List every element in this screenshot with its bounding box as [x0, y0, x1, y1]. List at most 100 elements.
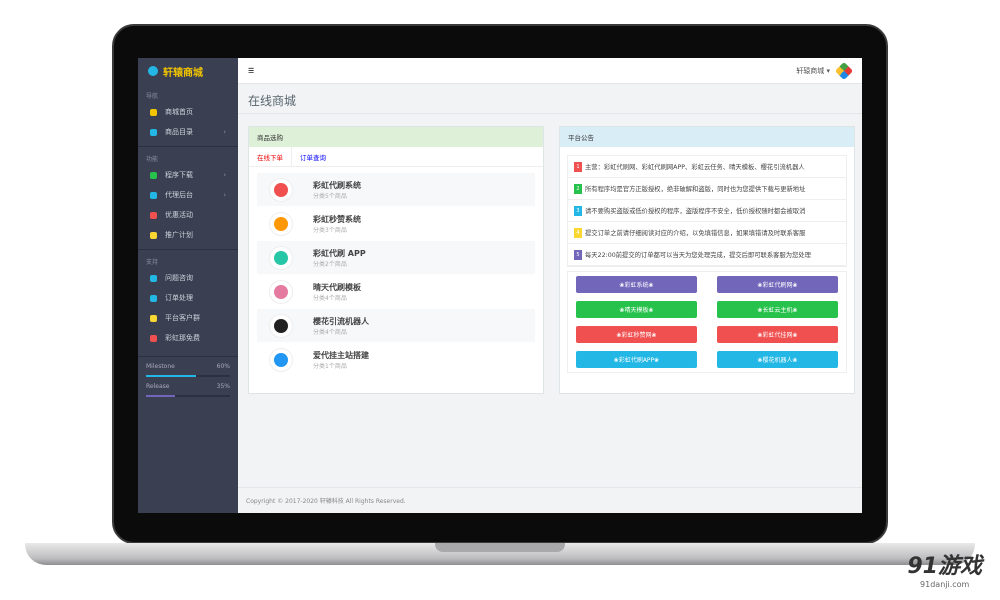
sidebar-item[interactable]: 问题咨询 — [138, 268, 238, 288]
notice-text: 提交订单之前请仔细阅读对应的介绍，以免填错信息，如果填错请及时联系客服 — [585, 230, 806, 237]
notice-text: 每天22:00前提交的订单都可以当天为您处理完成，提交后即可联系客服为您处理 — [585, 252, 811, 259]
sidebar-item[interactable]: 彩虹那免费 — [138, 328, 238, 348]
sidebar-item-label: 彩虹那免费 — [165, 334, 200, 342]
link-button[interactable]: ❀彩虹系统❀ — [576, 276, 697, 293]
link-button[interactable]: ❀晴天模板❀ — [576, 301, 697, 318]
sidebar-item[interactable]: 优惠活动 — [138, 205, 238, 225]
notice-text: 主营：彩虹代刷网、彩虹代刷网APP、彩虹云任务、晴天模板、樱花引流机器人 — [585, 164, 805, 171]
menu-icon — [150, 334, 157, 342]
watermark-logo: 91游戏 — [907, 554, 982, 579]
notice-text: 所有程序均是官方正版授权，绝非破解和盗版，同时也为您提供下载与更新地址 — [585, 186, 806, 193]
goods-count: 分类1个商品 — [313, 362, 347, 370]
goods-name: 彩虹代刷 APP — [313, 248, 366, 258]
sidebar-section-title: 导航 — [146, 93, 159, 100]
goods-count: 分类4个商品 — [313, 294, 347, 302]
notice-item: 5 每天22:00前提交的订单都可以当天为您处理完成，提交后即可联系客服为您处理 — [568, 244, 846, 266]
goods-icon — [269, 279, 293, 304]
sidebar-item[interactable]: 程序下载 › — [138, 165, 238, 185]
sidebar-item[interactable]: 商城首页 — [138, 102, 238, 122]
progress-value: 60% — [216, 363, 230, 370]
user-menu[interactable]: 轩辕商城 ▾ — [796, 61, 854, 80]
brand-logo[interactable]: 轩辕商城 — [138, 58, 238, 84]
notice-number-badge: 4 — [574, 227, 582, 238]
link-button[interactable]: ❀彩虹代刷APP❀ — [576, 351, 697, 368]
notice-item: 3 请不要购买盗版或低价授权的程序，盗版程序不安全，低价授权随时都会被取消 — [568, 200, 846, 222]
menu-icon — [150, 231, 157, 239]
menu-icon — [150, 314, 157, 322]
progress-release: Release 35% — [138, 377, 238, 397]
menu-icon — [150, 191, 157, 199]
sidebar-item-label: 商城首页 — [165, 108, 193, 116]
sidebar-item-label: 商品目录 — [165, 128, 193, 136]
goods-count: 分类2个商品 — [313, 260, 347, 268]
goods-item[interactable]: 爱代挂主站搭建 分类1个商品 — [257, 343, 535, 377]
sidebar-item-label: 代理后台 — [165, 191, 193, 199]
goods-icon — [269, 347, 293, 372]
sidebar-item-label: 订单处理 — [165, 294, 193, 302]
notice-number-badge: 5 — [574, 249, 582, 260]
goods-panel: 商品选购 在线下单 订单查询 彩虹代刷系统 分类5个商品 彩虹秒赞系统 分类3个商品彩… — [248, 126, 544, 394]
sidebar-section-title: 支持 — [146, 259, 159, 266]
sidebar-item[interactable]: 商品目录 › — [138, 122, 238, 142]
goods-item[interactable]: 彩虹秒赞系统 分类3个商品 — [257, 207, 535, 241]
notice-number-badge: 3 — [574, 205, 582, 216]
goods-icon — [269, 313, 293, 338]
goods-name: 爱代挂主站搭建 — [313, 350, 369, 360]
watermark: 91游戏 91danji.com — [907, 548, 982, 589]
link-button[interactable]: ❀彩虹代刷网❀ — [717, 276, 838, 293]
goods-item[interactable]: 樱花引流机器人 分类4个商品 — [257, 309, 535, 343]
progress-value: 35% — [216, 383, 230, 390]
menu-icon — [150, 108, 157, 116]
goods-item[interactable]: 彩虹代刷 APP 分类2个商品 — [257, 241, 535, 275]
goods-count: 分类4个商品 — [313, 328, 347, 336]
goods-icon — [269, 177, 293, 202]
goods-icon — [269, 211, 293, 236]
watermark-site: 91danji.com — [920, 580, 970, 589]
goods-count: 分类3个商品 — [313, 226, 347, 234]
link-button[interactable]: ❀彩虹秒赞网❀ — [576, 326, 697, 343]
notice-panel-title: 平台公告 — [560, 127, 854, 147]
notice-text: 请不要购买盗版或低价授权的程序，盗版程序不安全，低价授权随时都会被取消 — [585, 208, 806, 215]
link-button[interactable]: ❀长虹云主机❀ — [717, 301, 838, 318]
menu-icon — [150, 128, 157, 136]
notice-panel: 平台公告 1 主营：彩虹代刷网、彩虹代刷网APP、彩虹云任务、晴天模板、樱花引流机… — [559, 126, 855, 394]
avatar[interactable] — [834, 61, 854, 80]
sidebar-item-label: 推广计划 — [165, 231, 193, 239]
link-button[interactable]: ❀樱花机器人❀ — [717, 351, 838, 368]
tab-query[interactable]: 订单查询 — [292, 147, 334, 166]
goods-name: 樱花引流机器人 — [313, 316, 369, 326]
menu-icon — [150, 274, 157, 282]
progress-fill — [146, 395, 176, 397]
goods-name: 彩虹代刷系统 — [313, 180, 361, 190]
menu-icon — [150, 211, 157, 219]
sidebar-item[interactable]: 平台客户群 — [138, 308, 238, 328]
chevron-right-icon: › — [223, 171, 226, 179]
chevron-right-icon: › — [223, 191, 226, 199]
sidebar-item-label: 优惠活动 — [165, 211, 193, 219]
notice-number-badge: 2 — [574, 183, 582, 194]
logo-icon — [148, 66, 158, 76]
progress-milestone: Milestone 60% — [138, 357, 238, 377]
menu-icon[interactable]: ☰ — [248, 67, 254, 75]
goods-item[interactable]: 晴天代刷模板 分类4个商品 — [257, 275, 535, 309]
sidebar-item[interactable]: 推广计划 — [138, 225, 238, 245]
notice-number-badge: 1 — [574, 161, 582, 172]
goods-item[interactable]: 彩虹代刷系统 分类5个商品 — [257, 173, 535, 207]
goods-name: 晴天代刷模板 — [313, 282, 361, 292]
sidebar-item[interactable]: 订单处理 — [138, 288, 238, 308]
tab-order[interactable]: 在线下单 — [249, 147, 292, 166]
sidebar-item-label: 问题咨询 — [165, 274, 193, 282]
goods-name: 彩虹秒赞系统 — [313, 214, 361, 224]
brand-name: 轩辕商城 — [163, 67, 203, 79]
notice-item: 1 主营：彩虹代刷网、彩虹代刷网APP、彩虹云任务、晴天模板、樱花引流机器人 — [568, 156, 846, 178]
sidebar-item[interactable]: 代理后台 › — [138, 185, 238, 205]
sidebar-section-title: 功能 — [146, 156, 159, 163]
goods-panel-title: 商品选购 — [249, 127, 543, 147]
divider — [238, 113, 862, 114]
sidebar-item-label: 程序下载 — [165, 171, 193, 179]
progress-label: Release — [146, 383, 170, 390]
footer: Copyright © 2017-2020 轩辕科技 All Rights Re… — [238, 487, 862, 513]
page-title: 在线商城 — [248, 94, 297, 108]
notice-item: 4 提交订单之前请仔细阅读对应的介绍，以免填错信息，如果填错请及时联系客服 — [568, 222, 846, 244]
link-button[interactable]: ❀彩虹代挂网❀ — [717, 326, 838, 343]
